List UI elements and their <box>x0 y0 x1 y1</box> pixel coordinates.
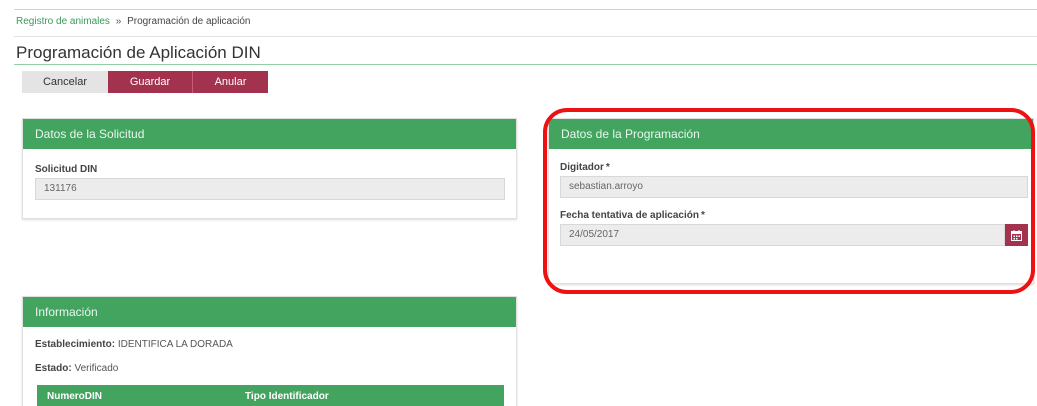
breadcrumb-separator: » <box>115 16 122 27</box>
cancel-button[interactable]: Cancelar <box>22 71 108 93</box>
digitador-label: Digitador * <box>560 162 610 173</box>
breadcrumb-link-registro[interactable]: Registro de animales <box>16 16 110 27</box>
digitador-label-text: Digitador <box>560 162 604 173</box>
solicitud-din-field[interactable]: 131176 <box>35 178 505 200</box>
calendar-icon <box>1011 229 1022 241</box>
column-header-numerodin[interactable]: NumeroDIN <box>47 391 102 402</box>
breadcrumb-current: Programación de aplicación <box>127 16 251 27</box>
establecimiento-label: Establecimiento: <box>35 339 116 350</box>
digitador-field[interactable]: sebastian.arroyo <box>560 176 1028 198</box>
breadcrumb: Registro de animales » Programación de a… <box>16 16 250 27</box>
info-panel: Información Establecimiento: IDENTIFICA … <box>22 296 517 406</box>
breadcrumb-divider <box>14 36 1037 37</box>
title-divider <box>14 64 1037 65</box>
programacion-panel-title: Datos de la Programación <box>549 119 1033 149</box>
page: Registro de animales » Programación de a… <box>0 0 1037 406</box>
solicitud-panel-title: Datos de la Solicitud <box>23 119 516 149</box>
calendar-button[interactable] <box>1005 224 1028 246</box>
top-divider <box>14 9 1037 10</box>
solicitud-panel: Datos de la Solicitud Solicitud DIN 1311… <box>22 118 517 219</box>
estado-line: Estado: Verificado <box>35 363 118 374</box>
fecha-label-text: Fecha tentativa de aplicación <box>560 210 699 221</box>
page-title: Programación de Aplicación DIN <box>16 43 261 62</box>
establecimiento-line: Establecimiento: IDENTIFICA LA DORADA <box>35 339 233 350</box>
required-mark: * <box>605 162 610 173</box>
toolbar: Cancelar Guardar Anular <box>22 71 268 93</box>
estado-label: Estado: <box>35 363 72 374</box>
fecha-field[interactable]: 24/05/2017 <box>560 224 1005 246</box>
estado-value: Verificado <box>74 363 119 374</box>
solicitud-din-label: Solicitud DIN <box>35 164 98 175</box>
save-button[interactable]: Guardar <box>108 71 193 93</box>
fecha-label: Fecha tentativa de aplicación * <box>560 210 705 221</box>
info-panel-title: Información <box>23 297 516 327</box>
required-mark: * <box>700 210 705 221</box>
programacion-panel: Datos de la Programación Digitador * seba… <box>548 118 1034 284</box>
info-table-header: NumeroDIN Tipo Identificador <box>37 385 504 406</box>
establecimiento-value: IDENTIFICA LA DORADA <box>117 339 233 350</box>
void-button[interactable]: Anular <box>193 71 268 93</box>
column-header-tipo-identificador[interactable]: Tipo Identificador <box>245 391 329 402</box>
